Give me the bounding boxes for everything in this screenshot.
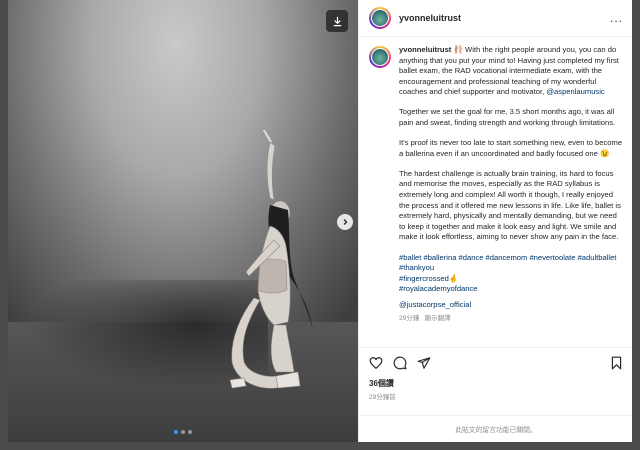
post-panel: yvonneluitrust ... yvonneluitrust 🩰 With… xyxy=(358,0,632,442)
caption-time: 29分鐘 xyxy=(399,315,420,323)
mention-link[interactable]: @aspenlaumusic xyxy=(546,87,604,96)
heart-icon[interactable] xyxy=(369,356,383,370)
post-header: yvonneluitrust ... xyxy=(359,0,632,37)
carousel-dots xyxy=(8,430,358,434)
post-image[interactable] xyxy=(8,0,358,442)
hashtags-line-3[interactable]: #royalacademyofdance xyxy=(399,284,623,295)
caption-area: yvonneluitrust 🩰 With the right people a… xyxy=(359,37,632,347)
post-modal: yvonneluitrust ... yvonneluitrust 🩰 With… xyxy=(8,0,632,442)
next-image-button[interactable] xyxy=(337,214,353,230)
carousel-dot xyxy=(188,430,192,434)
hashtags-line-1[interactable]: #ballet #ballerina #dance #dancemom #nev… xyxy=(399,253,623,274)
background-strip xyxy=(0,442,640,450)
dancer-figure xyxy=(229,128,313,389)
mention-link-2[interactable]: @justacorpse_official xyxy=(399,300,623,311)
more-options-icon[interactable]: ... xyxy=(610,11,623,25)
caption-paragraph-3: It's proof its never too late to start s… xyxy=(399,138,623,158)
share-icon[interactable] xyxy=(417,356,431,370)
caption-paragraph-2: Together we set the goal for me, 3.5 sho… xyxy=(399,107,616,128)
carousel-dot xyxy=(181,430,185,434)
header-username[interactable]: yvonneluitrust xyxy=(399,13,461,23)
translate-link[interactable]: 顯示翻譯 xyxy=(425,315,451,322)
download-icon xyxy=(333,16,341,26)
avatar[interactable] xyxy=(369,7,391,29)
caption-text: yvonneluitrust 🩰 With the right people a… xyxy=(399,45,623,325)
comment-icon[interactable] xyxy=(393,356,407,370)
bookmark-icon[interactable] xyxy=(610,356,623,370)
likes-count[interactable]: 36個讚 xyxy=(369,378,623,389)
chevron-right-icon xyxy=(343,219,348,225)
action-bar: 36個讚 29分鐘前 xyxy=(359,347,632,403)
caption-badge: 🩰 xyxy=(453,45,463,54)
posted-time: 29分鐘前 xyxy=(369,394,396,401)
caption-paragraph-4: The hardest challenge is actually brain … xyxy=(399,168,621,242)
caption-username[interactable]: yvonneluitrust xyxy=(399,45,451,54)
hashtags-line-2[interactable]: #fingercrossed🤞 xyxy=(399,274,623,285)
download-button[interactable] xyxy=(326,10,348,32)
carousel-dot-active xyxy=(174,430,178,434)
caption-avatar[interactable] xyxy=(369,46,391,68)
comments-disabled-notice: 此貼文的留言功能已關閉。 xyxy=(359,415,632,442)
